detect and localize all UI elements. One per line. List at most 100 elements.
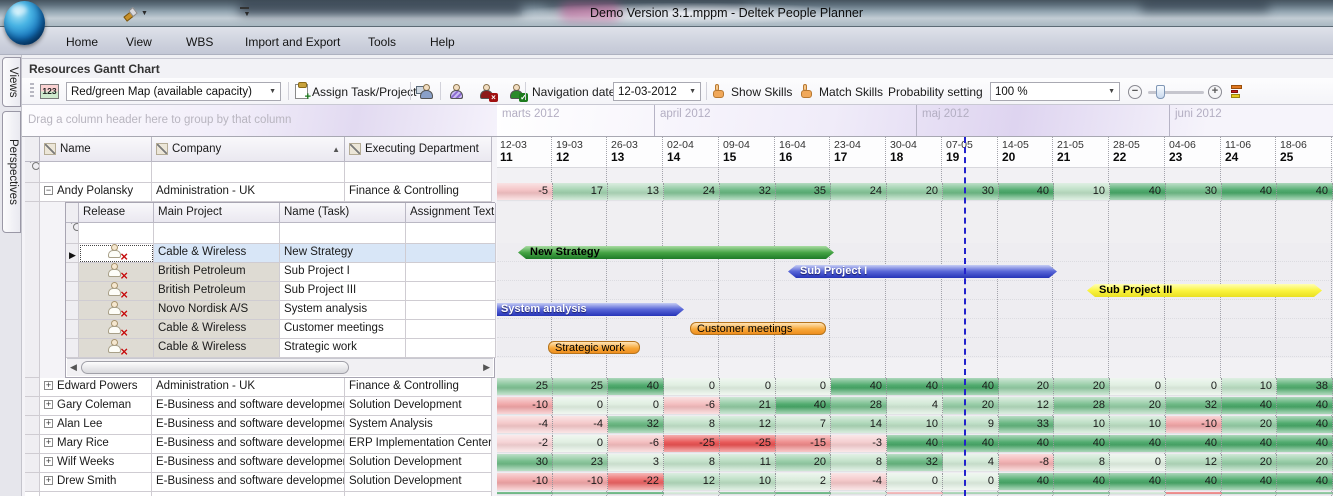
scroll-right-icon[interactable]: ▶ (483, 362, 490, 373)
task-name-cell[interactable]: Customer meetings (280, 320, 406, 339)
assignment-text-cell[interactable] (406, 301, 496, 320)
capacity-cell[interactable]: 10 (1110, 416, 1166, 434)
capacity-cell[interactable]: 8 (831, 454, 887, 472)
capacity-cell[interactable]: -4 (831, 473, 887, 491)
toolbar-grip[interactable] (30, 83, 34, 99)
capacity-cell[interactable]: -3 (831, 435, 887, 453)
capacity-cell[interactable]: -6 (664, 397, 720, 415)
capacity-cell[interactable]: 40 (1166, 473, 1222, 491)
capacity-cell[interactable]: 25 (497, 378, 553, 396)
capacity-cell[interactable]: 0 (776, 378, 831, 396)
capacity-cell[interactable]: 20 (1222, 454, 1277, 472)
assign-task-project-button[interactable]: Assign Task/Project (295, 82, 417, 101)
capacity-cell[interactable]: 28 (1054, 397, 1110, 415)
resource-name-cell[interactable]: +Wilf Weeks (40, 454, 152, 473)
capacity-cell[interactable]: 40 (1222, 473, 1277, 491)
capacity-cell[interactable]: 23 (553, 454, 608, 472)
release-assignment-icon[interactable]: × (107, 301, 125, 316)
capacity-cell[interactable]: 20 (1110, 397, 1166, 415)
column-header-department[interactable]: Executing Department (345, 137, 492, 162)
capacity-cell[interactable]: 12 (720, 416, 776, 434)
filter-cell-department[interactable] (345, 162, 492, 183)
assign-resource-icon[interactable] (418, 82, 435, 101)
release-assignment-icon[interactable]: × (107, 263, 125, 278)
capacity-cell[interactable]: 0 (720, 378, 776, 396)
capacity-cell[interactable]: 40 (999, 183, 1054, 201)
capacity-cell[interactable] (1166, 492, 1222, 495)
column-header-task[interactable]: Name (Task) (280, 203, 406, 223)
capacity-cell[interactable]: 40 (1277, 435, 1333, 453)
capacity-cell[interactable]: 0 (664, 378, 720, 396)
capacity-cell[interactable] (720, 492, 776, 495)
assignment-text-cell[interactable] (406, 263, 496, 282)
capacity-cell[interactable] (1054, 492, 1110, 495)
gantt-bar[interactable]: Strategic work (548, 341, 640, 354)
capacity-cell[interactable]: 8 (1054, 454, 1110, 472)
resource-company-cell[interactable]: Administration - UK (152, 378, 345, 397)
capacity-cell[interactable]: 20 (1054, 378, 1110, 396)
expand-icon[interactable]: + (44, 457, 53, 466)
capacity-cell[interactable]: 40 (1054, 473, 1110, 491)
capacity-cell[interactable]: 25 (553, 378, 608, 396)
capacity-cell[interactable]: 40 (1110, 183, 1166, 201)
filter-cell-assignment-text[interactable] (406, 223, 496, 244)
capacity-cell[interactable]: 40 (1222, 435, 1277, 453)
filter-cell-release[interactable] (79, 223, 154, 244)
capacity-cell[interactable] (1110, 492, 1166, 495)
resource-company-cell[interactable]: E-Business and software development (152, 435, 345, 454)
filter-cell-name[interactable] (40, 162, 152, 183)
capacity-cell[interactable]: 17 (553, 183, 608, 201)
capacity-cell[interactable]: 0 (553, 435, 608, 453)
capacity-cell[interactable]: -10 (497, 397, 553, 415)
assignment-text-cell[interactable] (406, 320, 496, 339)
filter-cell-company[interactable] (152, 162, 345, 183)
capacity-cell[interactable]: 40 (887, 435, 943, 453)
capacity-cell[interactable]: -5 (497, 183, 553, 201)
capacity-cell[interactable]: 40 (776, 397, 831, 415)
capacity-cell[interactable]: 38 (1277, 378, 1333, 396)
resource-name-cell[interactable]: +Alan Lee (40, 416, 152, 435)
capacity-cell[interactable] (553, 492, 608, 495)
capacity-cell[interactable]: 20 (776, 454, 831, 472)
capacity-cell[interactable]: -10 (553, 473, 608, 491)
release-cell[interactable]: × (79, 244, 154, 263)
menu-tab-home[interactable]: Home (60, 33, 104, 51)
capacity-cell[interactable]: 40 (1054, 435, 1110, 453)
capacity-cell[interactable]: 33 (999, 416, 1054, 434)
capacity-cell[interactable]: -22 (608, 473, 664, 491)
capacity-cell[interactable]: -15 (776, 435, 831, 453)
filter-cell-main-project[interactable] (154, 223, 280, 244)
resource-name-cell[interactable]: +Mary Rice (40, 435, 152, 454)
capacity-cell[interactable]: 20 (999, 378, 1054, 396)
main-project-cell[interactable]: Cable & Wireless (154, 320, 280, 339)
expand-icon[interactable]: + (44, 419, 53, 428)
assignment-text-cell[interactable] (406, 339, 496, 358)
filter-pin-cell[interactable] (66, 223, 79, 244)
capacity-cell[interactable]: 20 (1277, 454, 1333, 472)
scroll-left-icon[interactable]: ◀ (70, 362, 77, 373)
capacity-cell[interactable]: 40 (887, 378, 943, 396)
resource-name-cell[interactable]: +Gary Coleman (40, 397, 152, 416)
capacity-cell[interactable]: 32 (720, 183, 776, 201)
capacity-cell[interactable]: 20 (887, 183, 943, 201)
capacity-cell[interactable]: 20 (943, 397, 999, 415)
resource-department-cell[interactable]: Finance & Controlling (345, 183, 492, 202)
capacity-cell[interactable]: 40 (999, 435, 1054, 453)
gantt-settings-icon[interactable] (1230, 82, 1245, 101)
capacity-cell[interactable] (887, 492, 943, 495)
customize-toolbar-icon[interactable]: ▼ (240, 5, 254, 19)
capacity-cell[interactable]: 3 (608, 454, 664, 472)
menu-tab-view[interactable]: View (120, 33, 158, 51)
expand-icon[interactable]: + (44, 400, 53, 409)
main-project-cell[interactable]: Cable & Wireless (154, 244, 280, 263)
capacity-cell[interactable]: 21 (720, 397, 776, 415)
capacity-cell[interactable]: 14 (831, 416, 887, 434)
capacity-cell[interactable]: 40 (1277, 183, 1333, 201)
assignment-h-scrollbar[interactable]: ◀ ▶ (67, 358, 493, 376)
column-header-company[interactable]: Company ▲ (152, 137, 345, 162)
capacity-cell[interactable]: 20 (1222, 416, 1277, 434)
capacity-cell[interactable]: 10 (887, 416, 943, 434)
resource-department-cell[interactable]: Solution Development (345, 473, 492, 492)
zoom-in-button[interactable]: + (1208, 82, 1222, 101)
capacity-cell[interactable]: 40 (831, 378, 887, 396)
